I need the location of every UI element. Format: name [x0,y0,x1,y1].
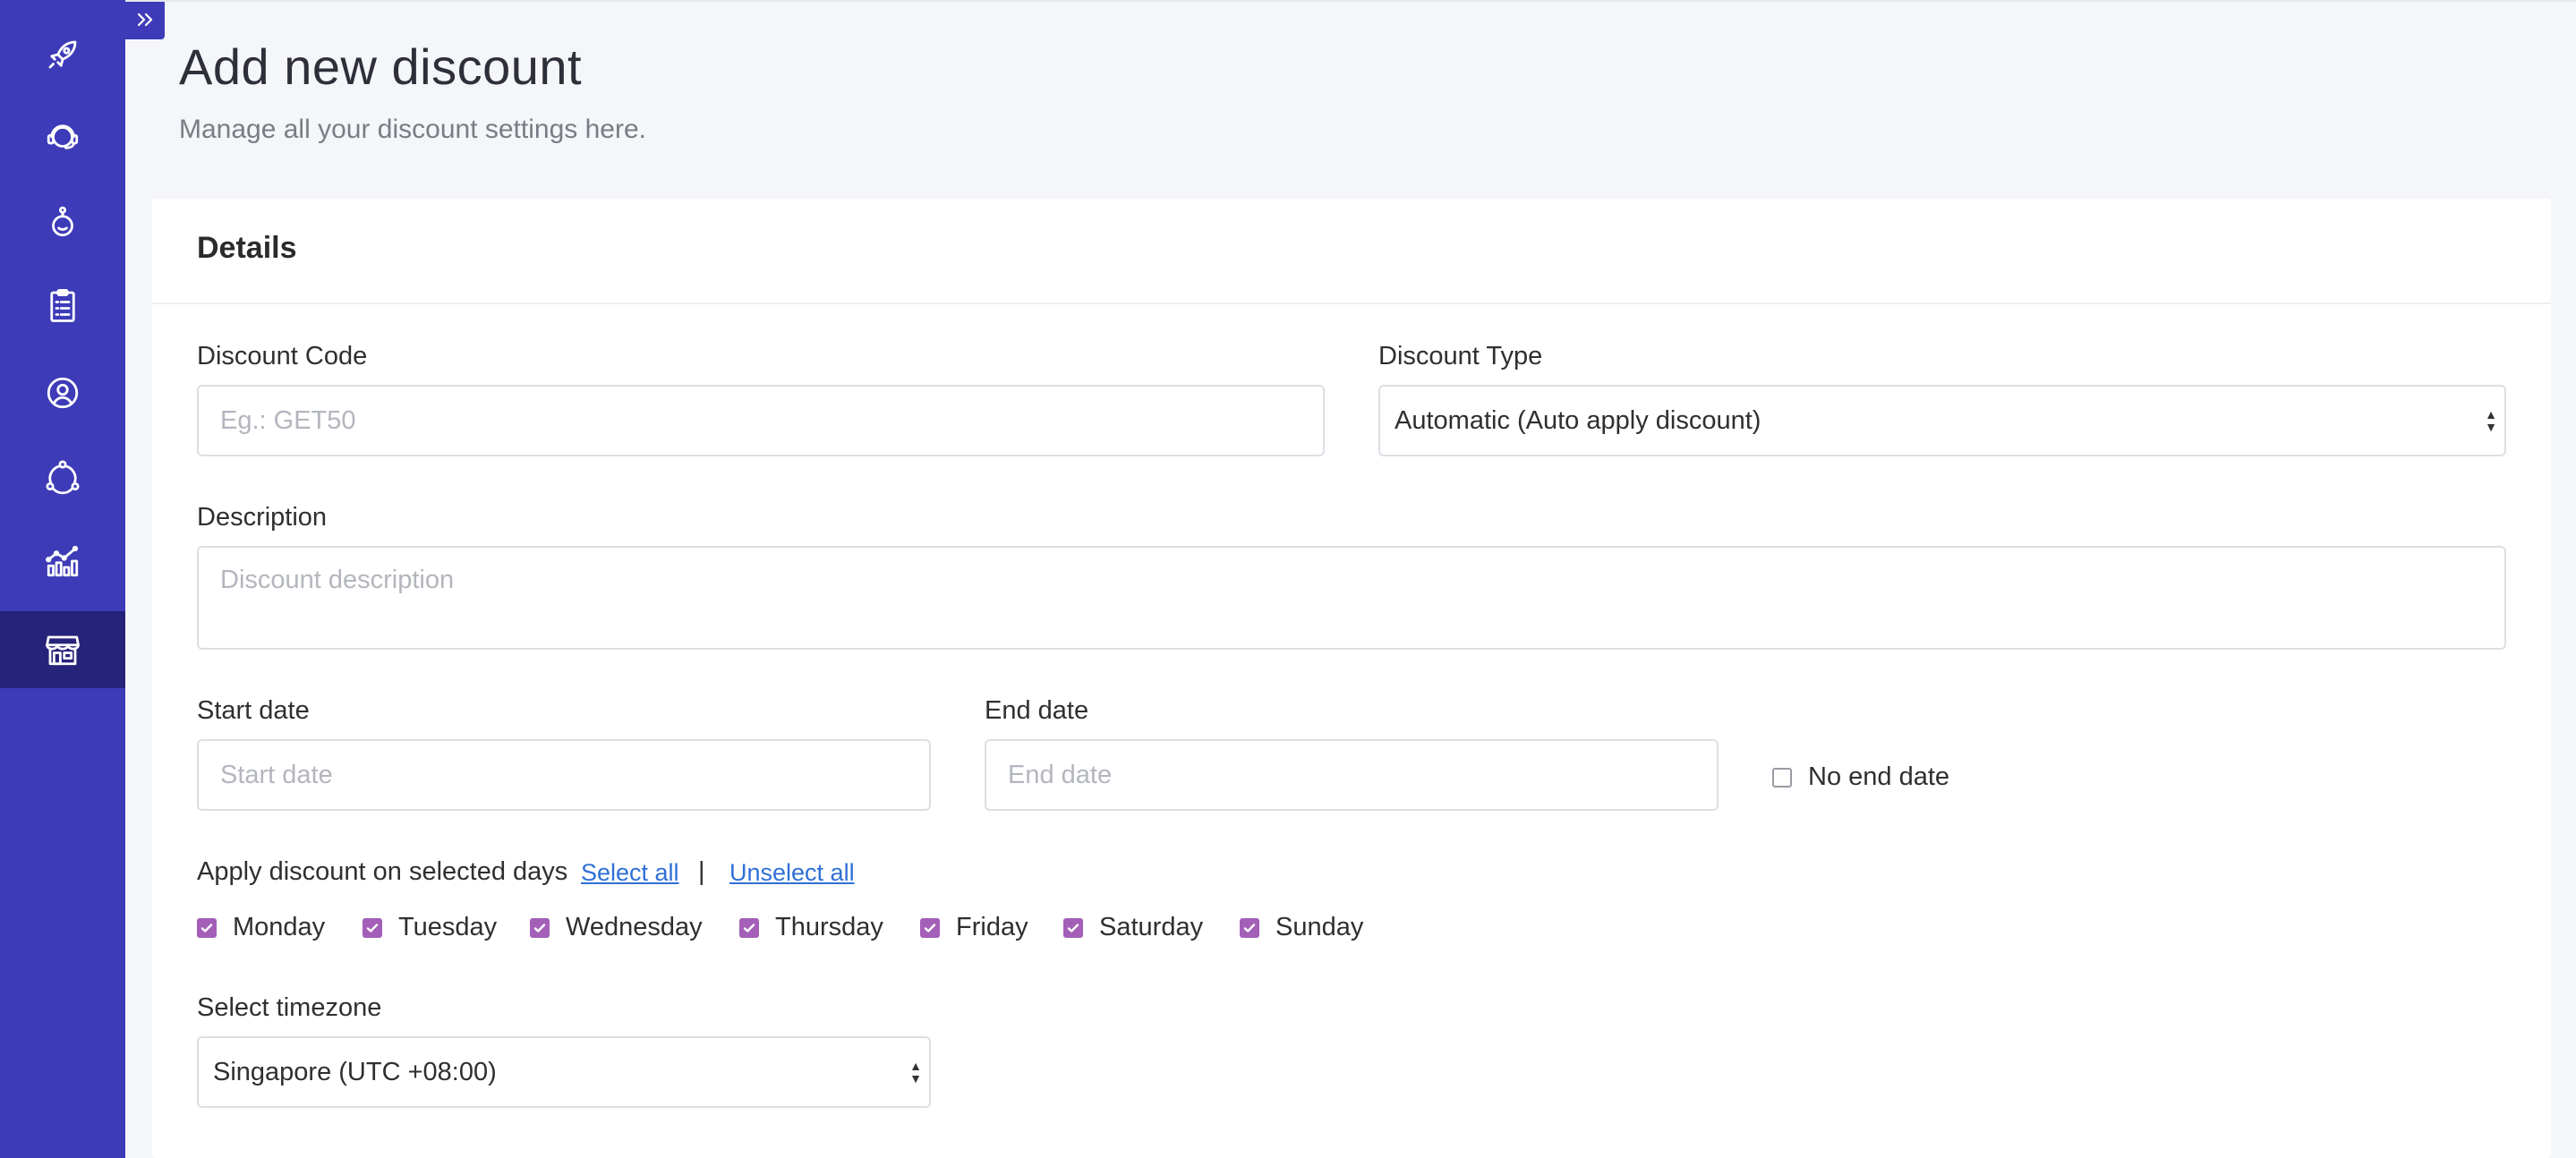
sidebar-item-bot[interactable] [0,183,125,260]
discount-code-label: Discount Code [197,342,368,370]
select-all-link[interactable]: Select all [581,859,679,887]
card-title: Details [197,231,297,265]
day-checkbox-friday[interactable] [920,918,940,938]
description-textarea[interactable] [197,546,2506,650]
card-header: Details [152,199,2551,304]
double-chevron-right-icon [137,13,153,27]
discount-code-input[interactable] [197,385,1325,456]
day-checkbox-saturday[interactable] [1063,918,1083,938]
expand-sidebar-button[interactable] [125,0,165,39]
checkmark-icon [1067,924,1079,932]
checkmark-icon [743,924,755,932]
sidebar-item-rocket[interactable] [0,16,125,93]
day-label-tuesday[interactable]: Tuesday [398,913,497,942]
day-label-wednesday[interactable]: Wednesday [566,913,703,942]
day-label-saturday[interactable]: Saturday [1099,913,1203,942]
sidebar-item-account[interactable] [0,354,125,431]
unselect-all-link[interactable]: Unselect all [729,859,855,887]
start-date-input[interactable] [197,739,931,811]
no-end-date-label[interactable]: No end date [1808,762,1949,792]
start-date-label: Start date [197,696,310,725]
checkmark-icon [200,924,213,932]
checkmark-icon [366,924,379,932]
rocket-icon [48,40,77,69]
timezone-label: Select timezone [197,993,382,1022]
top-divider [125,0,2576,2]
sidebar-item-support[interactable] [0,98,125,175]
sidebar-item-reports[interactable] [0,267,125,344]
discount-type-select[interactable]: Automatic (Auto apply discount) ▲ ▼ [1378,385,2506,456]
no-end-date-checkbox[interactable] [1772,768,1792,788]
analytics-chart-icon [46,545,79,577]
day-checkbox-sunday[interactable] [1240,918,1259,938]
support-headset-icon [47,124,79,149]
sidebar [0,0,125,1158]
user-circle-icon [47,377,79,409]
end-date-label: End date [985,696,1089,725]
day-label-sunday[interactable]: Sunday [1275,913,1363,942]
day-label-friday[interactable]: Friday [956,913,1028,942]
select-caret-icon: ▲ ▼ [909,1059,922,1086]
day-checkbox-wednesday[interactable] [530,918,550,938]
sidebar-item-analytics[interactable] [0,523,125,600]
details-card: Details Discount Code Discount Type Auto… [152,199,2551,1158]
sidebar-item-network[interactable] [0,439,125,515]
end-date-input[interactable] [985,739,1719,811]
description-label: Description [197,503,328,532]
day-label-monday[interactable]: Monday [233,913,325,942]
day-checkbox-tuesday[interactable] [363,918,382,938]
select-caret-icon: ▲ ▼ [2485,407,2497,434]
day-label-thursday[interactable]: Thursday [775,913,883,942]
checkmark-icon [533,924,546,932]
page-title: Add new discount [179,38,583,95]
bot-icon [52,206,73,237]
clipboard-list-icon [50,288,75,322]
timezone-value: Singapore (UTC +08:00) [213,1057,497,1086]
selected-days-label: Apply discount on selected days [197,857,568,886]
day-checkbox-monday[interactable] [197,918,217,938]
timezone-select[interactable]: Singapore (UTC +08:00) ▲ ▼ [197,1036,931,1108]
discount-type-value: Automatic (Auto apply discount) [1395,405,1761,435]
sidebar-item-store[interactable] [0,611,125,688]
store-icon [46,635,80,666]
link-separator: | [698,857,705,886]
day-checkbox-thursday[interactable] [739,918,759,938]
checkmark-icon [1243,924,1256,932]
checkmark-icon [924,924,936,932]
network-icon [46,460,80,495]
discount-type-label: Discount Type [1378,342,1543,370]
page-subtitle: Manage all your discount settings here. [179,115,646,144]
